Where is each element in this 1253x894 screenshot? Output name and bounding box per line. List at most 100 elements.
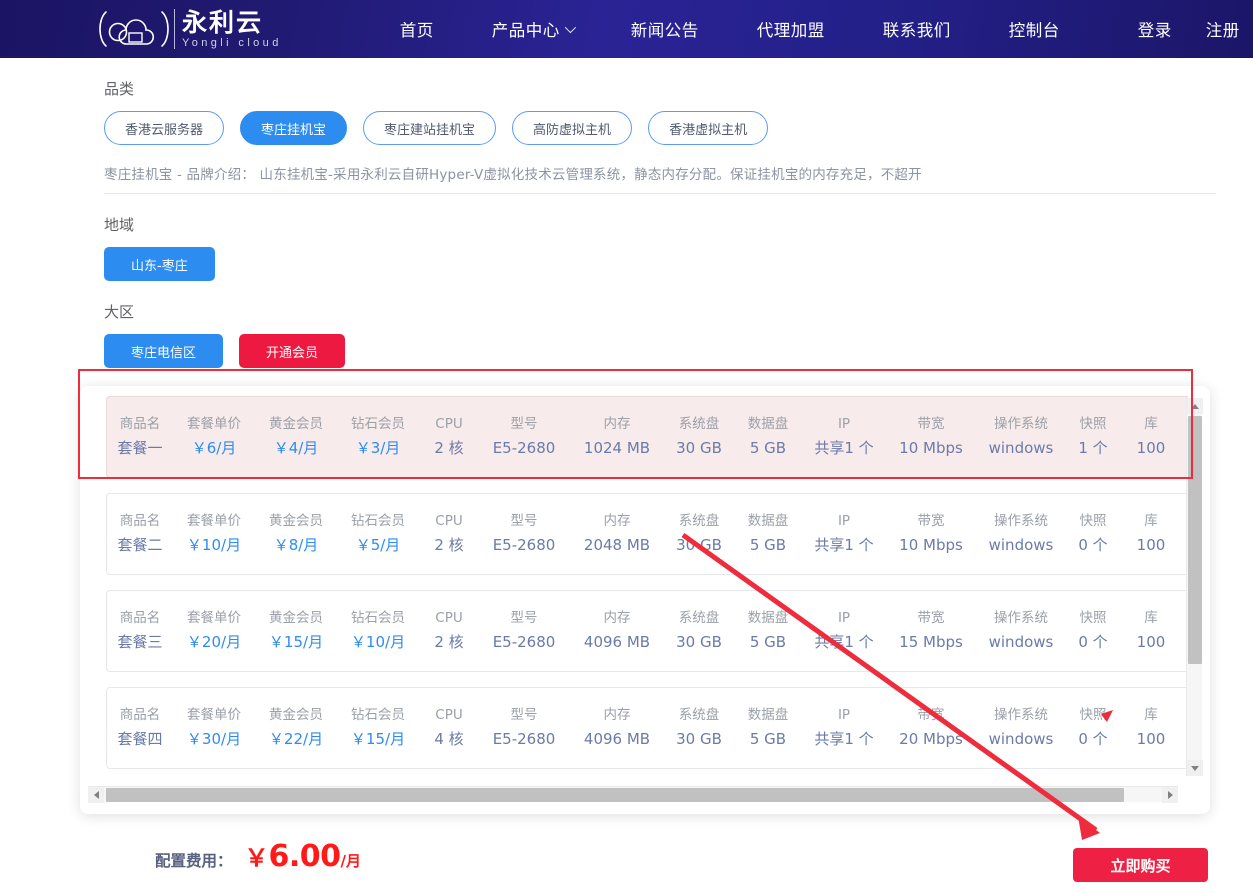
header-gold-member: 黄金会员	[269, 416, 323, 433]
header-memory: 内存	[603, 707, 631, 724]
horizontal-scrollbar-thumb[interactable]	[106, 788, 1124, 802]
category-option-hk-vhost-label: 香港虚拟主机	[669, 122, 748, 138]
category-option-zaozhuang-guajibao[interactable]: 枣庄挂机宝	[240, 111, 348, 145]
buy-now-button[interactable]: 立即购买	[1073, 848, 1208, 882]
package-row-2-name-cell: 商品名 套餐二	[107, 515, 173, 553]
package-row-3-stock: 100	[1136, 632, 1166, 651]
package-row-1-system-disk: 30 GB	[676, 438, 722, 457]
package-row-1-memory: 1024 MB	[583, 438, 651, 457]
package-row-4-ip: 共享1 个	[814, 729, 874, 748]
category-option-hk-cloud-server[interactable]: 香港云服务器	[104, 111, 225, 145]
package-row-2-data-disk-cell: 数据盘 5 GB	[733, 515, 803, 553]
activate-membership-button[interactable]: 开通会员	[239, 334, 346, 368]
package-row-1-ip-cell: IP 共享1 个	[803, 418, 885, 456]
package-row-2-snapshot: 0 个	[1078, 535, 1108, 554]
region-option-shandong-zaozhuang-label: 山东-枣庄	[131, 258, 188, 274]
register-link[interactable]: 注册	[1206, 17, 1240, 41]
header-cpu: CPU	[435, 707, 463, 724]
header-memory: 内存	[603, 610, 631, 627]
nav-item-agent[interactable]: 代理加盟	[757, 17, 825, 41]
package-row-1-bandwidth: 10 Mbps	[899, 438, 963, 457]
package-row-2-data-disk: 5 GB	[749, 535, 787, 554]
header-ip: IP	[837, 513, 851, 530]
package-row-2-system-disk: 30 GB	[676, 535, 722, 554]
nav-item-console[interactable]: 控制台	[1009, 17, 1060, 41]
login-label: 登录	[1137, 22, 1172, 40]
nav-item-products[interactable]: 产品中心	[492, 17, 576, 41]
scroll-up-button[interactable]	[1187, 398, 1203, 414]
vertical-scrollbar-thumb[interactable]	[1188, 416, 1202, 664]
category-option-zaozhuang-site-guajibao-label: 枣庄建站挂机宝	[384, 122, 476, 138]
header-cpu: CPU	[435, 416, 463, 433]
site-logo[interactable]: 永利云 Yongli cloud	[96, 0, 282, 58]
package-row-2-diamond-price: ￥5/月	[355, 535, 401, 554]
buy-now-label: 立即购买	[1110, 856, 1171, 875]
login-link[interactable]: 登录	[1138, 17, 1172, 41]
scroll-right-button[interactable]	[1162, 787, 1178, 803]
package-row-4-name: 套餐四	[117, 729, 163, 748]
package-list-vertical-scrollbar[interactable]	[1186, 398, 1203, 776]
header-system-disk: 系统盘	[678, 416, 720, 433]
package-row-3-cpu-cell: CPU 2 核	[419, 612, 479, 650]
chevron-down-icon	[564, 21, 576, 34]
triangle-up-icon	[1191, 403, 1199, 409]
scroll-left-button[interactable]	[88, 787, 104, 803]
header-system-disk: 系统盘	[678, 610, 720, 627]
package-row-4-snapshot-cell: 快照 0 个	[1065, 709, 1121, 747]
package-row-3-bandwidth: 15 Mbps	[899, 632, 963, 651]
package-row-3-os: windows	[988, 632, 1054, 651]
package-row-2[interactable]: 商品名 套餐二 套餐单价 ￥10/月 黄金会员 ￥8/月 钻石会员 ￥5/月 C…	[106, 493, 1188, 575]
register-label: 注册	[1205, 22, 1240, 40]
header-model: 型号	[510, 610, 538, 627]
package-row-2-cpu: 2 核	[434, 535, 464, 554]
nav-item-news-label: 新闻公告	[630, 22, 699, 40]
package-row-2-gold-cell: 黄金会员 ￥8/月	[255, 515, 337, 553]
region-option-shandong-zaozhuang[interactable]: 山东-枣庄	[104, 247, 215, 281]
price-period: /月	[340, 852, 362, 870]
package-row-3-system-disk-cell: 系统盘 30 GB	[665, 612, 733, 650]
nav-item-news[interactable]: 新闻公告	[631, 17, 699, 41]
package-row-2-system-disk-cell: 系统盘 30 GB	[665, 515, 733, 553]
top-navigation-bar: 永利云 Yongli cloud 首页 产品中心 新闻公告 代理加盟 联系我们	[0, 0, 1253, 58]
package-row-4-data-disk: 5 GB	[749, 729, 787, 748]
package-row-4-gold-price: ￥22/月	[268, 729, 324, 748]
zone-options: 枣庄电信区 开通会员	[104, 334, 1253, 368]
package-row-4-model-cell: 型号 E5-2680	[479, 709, 569, 747]
category-option-zaozhuang-guajibao-label: 枣庄挂机宝	[261, 122, 327, 138]
package-row-3-model: E5-2680	[492, 632, 556, 651]
package-list-horizontal-scrollbar[interactable]	[88, 786, 1178, 803]
package-row-3-os-cell: 操作系统 windows	[977, 612, 1065, 650]
package-row-3-cpu: 2 核	[434, 632, 464, 651]
category-option-zaozhuang-site-guajibao[interactable]: 枣庄建站挂机宝	[363, 111, 497, 145]
page-root: 永利云 Yongli cloud 首页 产品中心 新闻公告 代理加盟 联系我们	[0, 0, 1253, 894]
nav-item-home-label: 首页	[399, 22, 434, 40]
package-row-4-os-cell: 操作系统 windows	[977, 709, 1065, 747]
package-row-4[interactable]: 商品名 套餐四 套餐单价 ￥30/月 黄金会员 ￥22/月 钻石会员 ￥15/月	[106, 687, 1188, 769]
header-cpu: CPU	[435, 513, 463, 530]
region-section-label: 地域	[104, 216, 135, 234]
header-diamond-member: 钻石会员	[351, 707, 405, 724]
header-os: 操作系统	[994, 416, 1048, 433]
header-snapshot: 快照	[1079, 416, 1107, 433]
package-row-4-diamond-cell: 钻石会员 ￥15/月	[337, 709, 419, 747]
header-system-disk: 系统盘	[678, 513, 720, 530]
scroll-down-button[interactable]	[1187, 760, 1203, 776]
nav-item-home[interactable]: 首页	[400, 17, 434, 41]
category-option-hk-vhost[interactable]: 香港虚拟主机	[648, 111, 769, 145]
package-row-2-gold-price: ￥8/月	[273, 535, 319, 554]
category-option-highdefense-vhost[interactable]: 高防虚拟主机	[512, 111, 633, 145]
package-row-1[interactable]: 商品名 套餐一 套餐单价 ￥6/月 黄金会员 ￥4/月 钻石会员 ￥3/月 CP…	[106, 396, 1188, 478]
package-row-4-unit-price-cell: 套餐单价 ￥30/月	[173, 709, 255, 747]
header-unit-price: 套餐单价	[187, 513, 241, 530]
zone-option-zaozhuang-telecom[interactable]: 枣庄电信区	[104, 334, 224, 368]
package-row-3[interactable]: 商品名 套餐三 套餐单价 ￥20/月 黄金会员 ￥15/月 钻石会员 ￥10/月	[106, 590, 1188, 672]
logo-title-cn: 永利云	[182, 7, 264, 37]
zone-option-zaozhuang-telecom-label: 枣庄电信区	[131, 345, 197, 361]
nav-item-contact[interactable]: 联系我们	[883, 17, 951, 41]
package-row-4-memory: 4096 MB	[583, 729, 651, 748]
header-snapshot: 快照	[1079, 513, 1107, 530]
header-model: 型号	[510, 707, 538, 724]
package-row-1-diamond-cell: 钻石会员 ￥3/月	[337, 418, 419, 456]
package-row-2-memory-cell: 内存 2048 MB	[569, 515, 665, 553]
header-diamond-member: 钻石会员	[351, 513, 405, 530]
